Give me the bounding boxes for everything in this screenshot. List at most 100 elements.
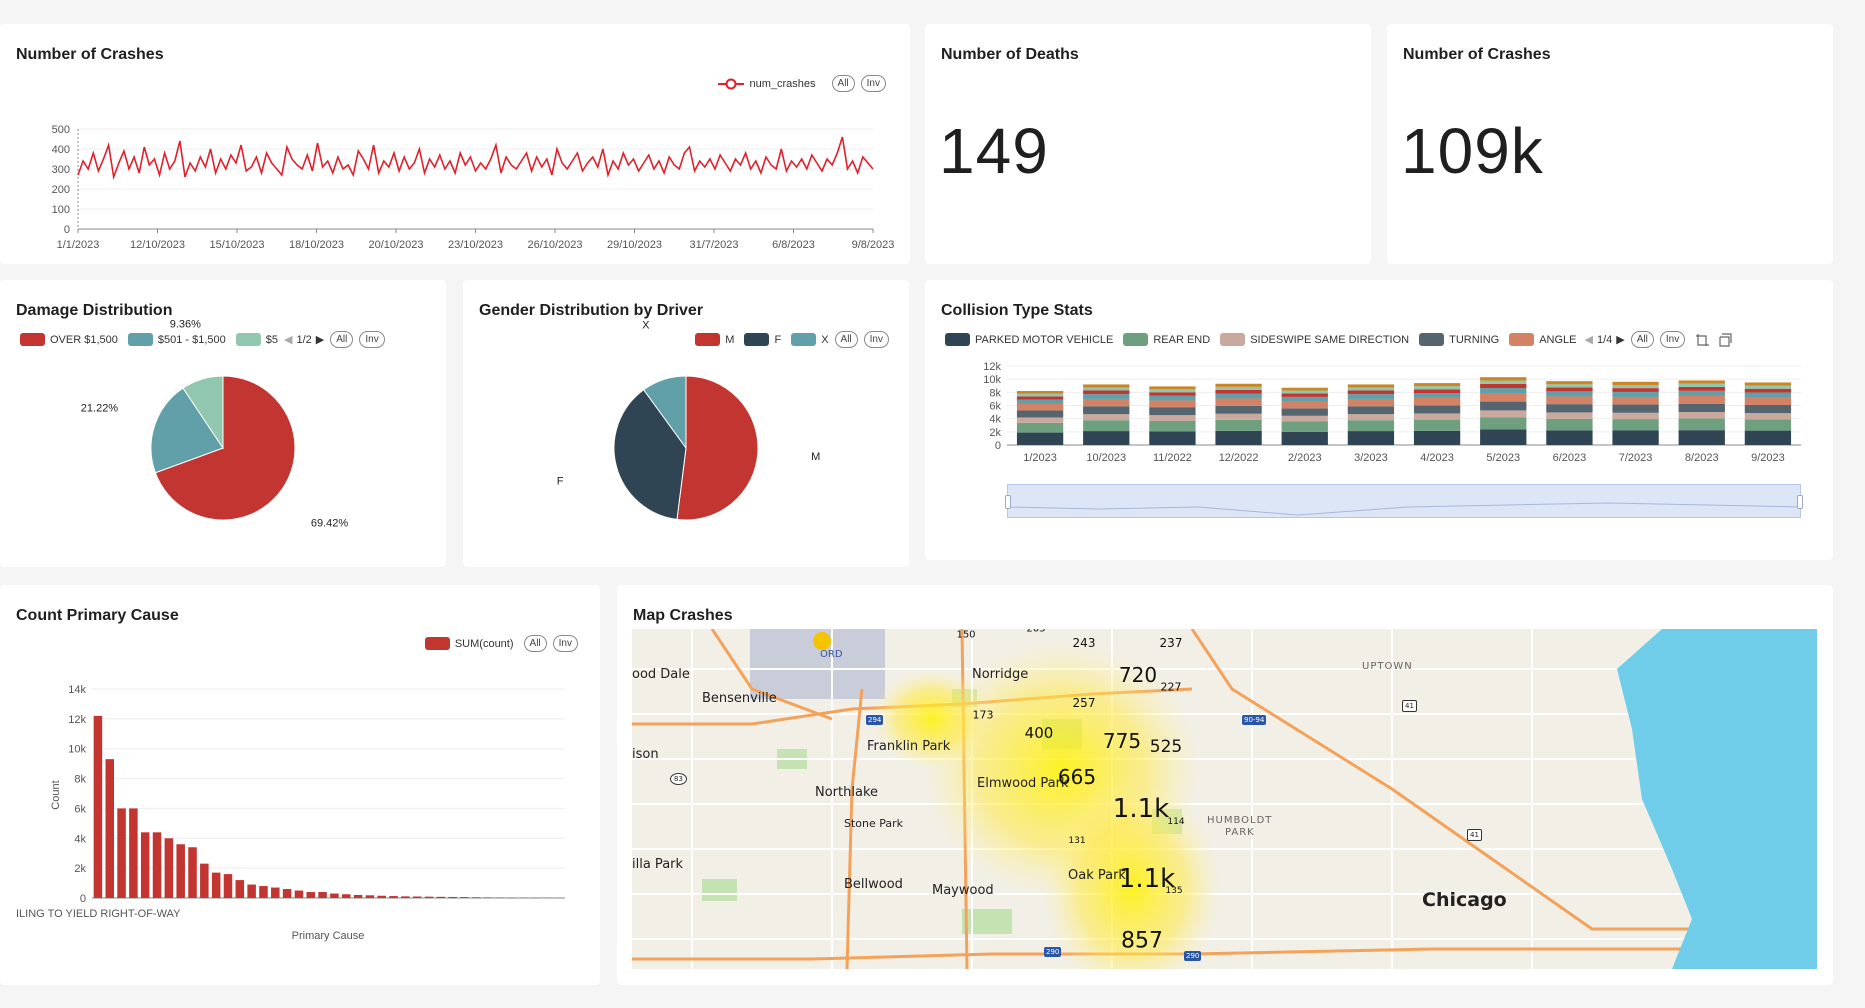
cluster-count[interactable]: 665 bbox=[1058, 765, 1096, 789]
map-canvas[interactable]: ood Dale Bensenville Norridge Franklin P… bbox=[632, 629, 1817, 969]
bar bbox=[259, 886, 268, 898]
stacked-bar-segment bbox=[1744, 385, 1792, 389]
stacked-bar-segment bbox=[1612, 388, 1659, 392]
stacked-bar-segment bbox=[1281, 390, 1328, 394]
bar bbox=[235, 880, 245, 898]
y-tick-label: 200 bbox=[52, 184, 70, 196]
bar bbox=[164, 838, 174, 898]
stacked-bar-segment bbox=[1083, 398, 1130, 407]
cluster-count[interactable]: 775 bbox=[1103, 729, 1141, 753]
stacked-bar-segment bbox=[1016, 410, 1064, 418]
y-tick-label: 4k bbox=[989, 414, 1001, 426]
stacked-bar-segment bbox=[1347, 420, 1395, 432]
stacked-bar-segment bbox=[1678, 412, 1725, 419]
cluster-count[interactable]: 243 bbox=[1073, 636, 1096, 650]
y-tick-label: 8k bbox=[74, 774, 86, 786]
y-tick-label: 4k bbox=[74, 833, 86, 845]
stacked-bar-segment bbox=[1083, 387, 1130, 391]
cluster-count[interactable]: 135 bbox=[1165, 886, 1182, 896]
stacked-bar-segment bbox=[1546, 396, 1593, 405]
highway-shield: 83 bbox=[670, 773, 687, 785]
y-tick-label: 10k bbox=[68, 744, 86, 756]
cluster-count[interactable]: 237 bbox=[1160, 636, 1183, 650]
y-tick-label: 14k bbox=[68, 684, 86, 696]
stacked-bar-segment bbox=[1480, 383, 1527, 389]
bar bbox=[377, 895, 386, 898]
x-tick-label: 31/7/2023 bbox=[690, 239, 739, 251]
cluster-count[interactable]: 131 bbox=[1068, 836, 1085, 846]
highway-shield: 41 bbox=[1402, 700, 1417, 712]
gender-pie-card: Gender Distribution by Driver M F X All … bbox=[463, 280, 909, 567]
stacked-bar-segment bbox=[1281, 415, 1328, 422]
x-tick-label: 9/8/2023 bbox=[852, 239, 895, 251]
line-chart-plot: 0 100 200 300 400 500 1/1/2023 12/10/2023 15/10/… bbox=[52, 124, 895, 251]
map-place-label: PARK bbox=[1225, 827, 1255, 838]
stacked-bar-segment bbox=[1215, 383, 1262, 387]
bar bbox=[495, 897, 505, 898]
stacked-bar-segment bbox=[1016, 391, 1064, 394]
stacked-bar-segment bbox=[1215, 398, 1262, 406]
pie-slice-label: X bbox=[642, 319, 650, 331]
datazoom-handle-right[interactable] bbox=[1797, 495, 1803, 509]
stacked-bar-segment bbox=[1149, 392, 1196, 396]
x-tick-label: 6/2023 bbox=[1553, 452, 1587, 464]
collision-card: Collision Type Stats PARKED MOTOR VEHICL… bbox=[925, 280, 1833, 560]
bar bbox=[483, 897, 493, 898]
cluster-count[interactable]: 257 bbox=[1073, 696, 1096, 710]
gender-pie: M F X bbox=[557, 319, 820, 521]
cluster-count[interactable]: 857 bbox=[1121, 929, 1163, 954]
cause-card: Count Primary Cause SUM(count) All Inv 0… bbox=[0, 585, 600, 985]
cluster-count[interactable]: 400 bbox=[1025, 724, 1054, 742]
stacked-bar-segment bbox=[1149, 420, 1196, 432]
x-tick-label: 1/2023 bbox=[1023, 452, 1057, 464]
x-tick-label: 18/10/2023 bbox=[289, 239, 344, 251]
y-tick-label: 10k bbox=[983, 374, 1001, 386]
cluster-count[interactable]: 203 bbox=[1026, 629, 1045, 635]
cluster-count[interactable]: 114 bbox=[1167, 817, 1184, 827]
stacked-bar-segment bbox=[1281, 431, 1328, 445]
x-tick-label: 23/10/2023 bbox=[448, 239, 503, 251]
bar bbox=[365, 895, 375, 898]
highway-shield: 290 bbox=[1184, 951, 1202, 961]
stacked-bar-segment bbox=[1347, 394, 1395, 399]
map-background bbox=[632, 629, 1817, 969]
stacked-bar-segment bbox=[1083, 420, 1130, 432]
y-tick-label: 400 bbox=[52, 144, 70, 156]
stacked-bar-segment bbox=[1281, 387, 1328, 391]
stacked-bar-segment bbox=[1546, 430, 1593, 445]
cluster-count[interactable]: 720 bbox=[1119, 663, 1157, 687]
bar bbox=[200, 863, 209, 898]
stacked-bar-segment bbox=[1413, 389, 1461, 394]
x-tick-label: ILING TO YIELD RIGHT-OF-WAY bbox=[16, 908, 181, 920]
stacked-bar-segment bbox=[1480, 429, 1527, 445]
stacked-bar-segment bbox=[1546, 418, 1593, 431]
stacked-bar-segment bbox=[1413, 383, 1461, 387]
stacked-bar-segment bbox=[1281, 401, 1328, 409]
damage-pie: 69.42% 21.22% 9.36% bbox=[81, 319, 349, 530]
stacked-bar-segment bbox=[1612, 419, 1659, 431]
cluster-count[interactable]: 173 bbox=[973, 709, 994, 722]
card-title: Number of Crashes bbox=[1403, 46, 1551, 63]
stacked-bar-segment bbox=[1678, 386, 1725, 391]
datazoom-slider[interactable] bbox=[1005, 484, 1803, 518]
x-tick-label: 11/2022 bbox=[1153, 452, 1192, 464]
x-axis-title: Primary Cause bbox=[292, 930, 365, 942]
stacked-bar-segment bbox=[1149, 431, 1196, 445]
cluster-count[interactable]: 1.1k bbox=[1113, 794, 1169, 824]
map-place-label: Norridge bbox=[972, 667, 1029, 682]
cluster-count[interactable]: 525 bbox=[1150, 737, 1182, 757]
stacked-bar-segment bbox=[1016, 399, 1064, 404]
stacked-bar-segment bbox=[1744, 382, 1792, 386]
cluster-count[interactable]: 150 bbox=[956, 630, 975, 641]
stacked-bar-segment bbox=[1413, 413, 1461, 420]
stacked-bar-segment bbox=[1480, 377, 1527, 381]
heat-point bbox=[813, 632, 831, 650]
datazoom-handle-left[interactable] bbox=[1005, 495, 1011, 509]
lake-michigan bbox=[1617, 629, 1817, 969]
stacked-bar-segment bbox=[1678, 430, 1725, 445]
stacked-bar-segment bbox=[1215, 430, 1262, 445]
bar bbox=[152, 832, 162, 898]
cluster-count[interactable]: 227 bbox=[1161, 681, 1182, 694]
stacked-bar-segment bbox=[1678, 403, 1725, 413]
pie-slice-label: F bbox=[557, 475, 564, 487]
